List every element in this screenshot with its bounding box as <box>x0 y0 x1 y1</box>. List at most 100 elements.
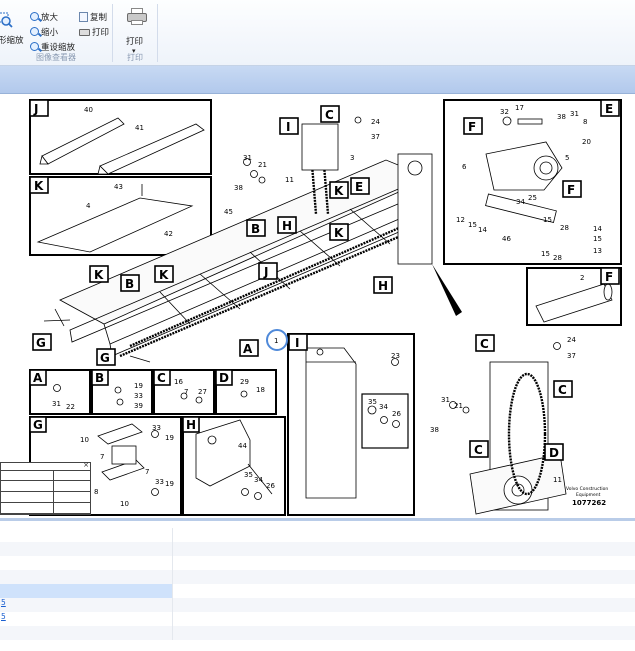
callout-c: C <box>325 108 334 122</box>
list-row[interactable] <box>0 626 635 640</box>
part-number: 13 <box>593 247 602 255</box>
copy-icon <box>79 11 88 22</box>
list-row[interactable]: 5 <box>0 612 635 626</box>
viewer-header-band <box>0 66 635 94</box>
callout-b: B <box>95 371 104 385</box>
callout-k: K <box>334 226 344 240</box>
part-number: 37 <box>371 133 380 141</box>
print-small-button[interactable]: 打印 <box>79 25 109 38</box>
callout-b: B <box>251 222 260 236</box>
part-number: 40 <box>84 106 93 114</box>
part-number: 42 <box>164 230 173 238</box>
part-number: 38 <box>234 184 243 192</box>
copy-button[interactable]: 复制 <box>79 10 107 23</box>
callout-d: D <box>219 371 229 385</box>
list-link[interactable]: 5 <box>0 598 6 607</box>
part-number: 14 <box>478 226 487 234</box>
part-number: 45 <box>224 208 233 216</box>
part-number: 33 <box>134 392 143 400</box>
list-row[interactable] <box>0 528 635 542</box>
position-marker: 1 <box>266 329 288 351</box>
part-number: 10 <box>80 436 89 444</box>
part-number: 2 <box>580 274 584 282</box>
part-number: 7 <box>145 468 149 476</box>
list-row[interactable] <box>0 556 635 570</box>
part-number: 21 <box>454 402 463 410</box>
part-number: 37 <box>567 352 576 360</box>
floating-mini-table[interactable]: × <box>0 461 91 515</box>
printer-icon <box>79 29 90 36</box>
part-number: 29 <box>240 378 249 386</box>
list-cell <box>174 598 635 612</box>
callout-j: J <box>33 102 38 116</box>
list-row[interactable] <box>0 570 635 584</box>
part-number: 19 <box>165 480 174 488</box>
rectangle-zoom-button[interactable]: 形缩放 <box>0 33 24 46</box>
part-number: 16 <box>174 378 183 386</box>
callout-i: I <box>286 120 290 134</box>
parts-diagram-viewer[interactable]: J K C I E F F F K H E K B J K K B G G A … <box>0 94 635 518</box>
zoom-in-button[interactable]: 放大 <box>30 10 58 23</box>
part-number: 33 <box>152 424 161 432</box>
part-number: 7 <box>100 453 104 461</box>
list-cell <box>174 626 635 640</box>
exploded-parts-drawing: J K C I E F F F K H E K B J K K B G G A … <box>29 99 622 516</box>
callout-e: E <box>355 180 363 194</box>
part-number: 31 <box>441 396 450 404</box>
list-cell <box>174 584 635 598</box>
zoom-out-button[interactable]: 缩小 <box>30 25 58 38</box>
print-group-label: 打印 <box>127 53 143 62</box>
zoom-in-icon <box>30 12 39 21</box>
part-number: 31 <box>570 110 579 118</box>
part-number: 33 <box>155 478 164 486</box>
callout-i: I <box>295 336 299 350</box>
part-number: 5 <box>565 154 569 162</box>
part-number: 14 <box>593 225 602 233</box>
callout-g: G <box>33 418 43 432</box>
ribbon-toolbar: 形缩放 放大 缩小 重设缩放 复制 打印 图像查看器 打印 ▾ 打印 <box>0 0 635 66</box>
callout-h: H <box>186 418 196 432</box>
part-number: 19 <box>134 382 143 390</box>
footer-company-line1: Volvo Construction <box>566 486 608 492</box>
print-group: 打印 ▾ 打印 <box>113 2 157 64</box>
part-number: 4 <box>86 202 91 210</box>
list-cell <box>0 626 173 640</box>
part-number: 27 <box>198 388 207 396</box>
list-row[interactable] <box>0 542 635 556</box>
part-number: 41 <box>135 124 144 132</box>
part-number: 11 <box>285 176 294 184</box>
part-number: 34 <box>379 403 388 411</box>
callout-a: A <box>33 371 43 385</box>
part-number: 7 <box>184 388 188 396</box>
position-marker-number: 1 <box>274 337 278 345</box>
image-viewer-group-label: 图像查看器 <box>36 53 76 62</box>
part-number: 28 <box>553 254 562 262</box>
print-small-label: 打印 <box>92 27 110 38</box>
callout-k: K <box>334 184 344 198</box>
part-number: 24 <box>567 336 576 344</box>
list-cell <box>0 528 173 542</box>
part-number: 31 <box>52 400 61 408</box>
part-number: 38 <box>430 426 439 434</box>
callout-f: F <box>468 120 476 134</box>
list-cell: 5 <box>0 612 173 626</box>
part-number: 23 <box>391 352 400 360</box>
rectangle-zoom-icon[interactable] <box>0 12 13 28</box>
part-number: 3 <box>350 154 354 162</box>
image-viewer-group: 形缩放 放大 缩小 重设缩放 复制 打印 图像查看器 <box>0 2 112 64</box>
part-number: 39 <box>134 402 143 410</box>
callout-f: F <box>567 183 575 197</box>
list-link[interactable]: 5 <box>0 612 6 621</box>
part-number: 10 <box>120 500 129 508</box>
part-number: 15 <box>543 216 552 224</box>
callout-k: K <box>94 268 104 282</box>
list-row-selected[interactable] <box>0 584 635 598</box>
copy-label: 复制 <box>90 12 108 23</box>
print-large-icon[interactable] <box>127 8 147 26</box>
ribbon-separator <box>157 4 158 62</box>
callout-g: G <box>100 351 110 365</box>
reset-zoom-icon <box>30 42 39 51</box>
list-row[interactable]: 5 <box>0 598 635 612</box>
part-number: 18 <box>256 386 265 394</box>
close-icon[interactable]: × <box>83 461 89 469</box>
